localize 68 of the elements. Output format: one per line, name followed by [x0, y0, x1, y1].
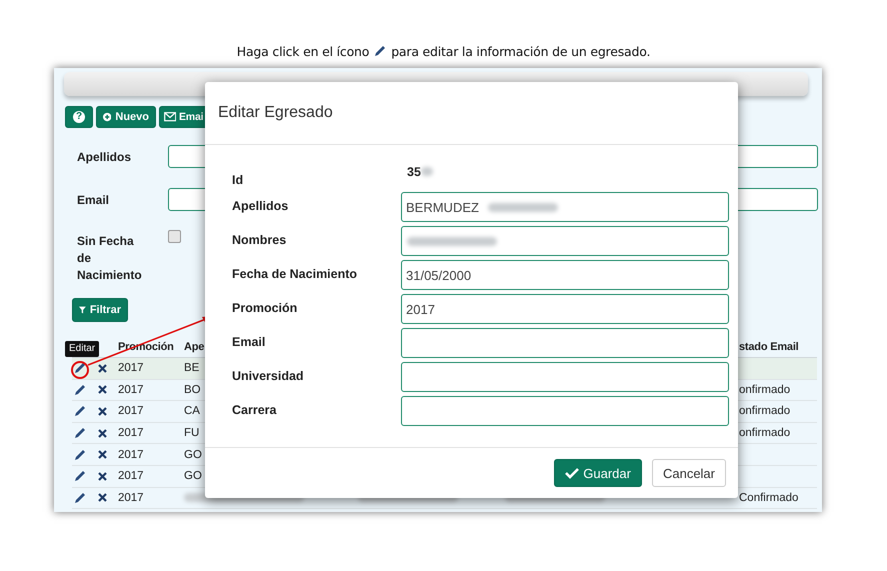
- input-field[interactable]: [401, 328, 729, 358]
- field-label: Carrera: [232, 402, 278, 419]
- delete-icon[interactable]: [98, 493, 107, 502]
- delete-icon[interactable]: [98, 428, 107, 438]
- input-field[interactable]: [401, 396, 729, 426]
- caption-text: Haga click en el ícono: [236, 44, 370, 58]
- table-cell: GO: [184, 470, 202, 482]
- table-cell: BO: [184, 384, 201, 396]
- table-cell: onfirmado: [739, 427, 790, 440]
- help-icon: ?: [73, 111, 85, 123]
- input-field[interactable]: [401, 362, 729, 392]
- table-cell: CA: [184, 405, 200, 418]
- input-field[interactable]: BERMUDEZ: [401, 192, 729, 222]
- field-label: Email: [232, 334, 266, 351]
- plus-icon: [103, 111, 112, 123]
- table-cell: GO: [184, 448, 202, 461]
- column-header: stado Email: [739, 340, 799, 352]
- field-label: Promoción: [232, 300, 298, 317]
- table-cell: 2017: [118, 405, 144, 418]
- pencil-icon[interactable]: [74, 470, 86, 482]
- checkbox[interactable]: [168, 230, 181, 243]
- input-field[interactable]: 31/05/2000: [401, 260, 729, 290]
- envelope-icon: [164, 111, 176, 123]
- input-field[interactable]: [401, 226, 729, 256]
- pencil-icon[interactable]: [74, 492, 86, 504]
- save-button[interactable]: Guardar: [554, 459, 642, 487]
- field-label: Universidad: [232, 368, 305, 385]
- field-label: Apellidos: [232, 198, 290, 215]
- new-button[interactable]: Nuevo: [96, 106, 156, 128]
- tooltip: Editar: [65, 341, 100, 357]
- pencil-icon[interactable]: [74, 427, 86, 440]
- filter-label: Sin Fecha de Nacimiento: [76, 233, 143, 284]
- highlight-circle: [71, 361, 89, 379]
- table-cell: Confirmado: [739, 492, 798, 504]
- delete-icon[interactable]: [98, 385, 107, 394]
- table-cell: 2017: [118, 362, 144, 374]
- field-label: Id: [232, 172, 244, 189]
- pencil-icon[interactable]: [74, 405, 86, 418]
- cancel-button[interactable]: Cancelar: [652, 459, 726, 487]
- table-cell: 2017: [118, 448, 144, 461]
- pencil-icon[interactable]: [74, 362, 86, 374]
- filter-label: Email: [76, 192, 110, 206]
- filter-label: Apellidos: [76, 150, 132, 164]
- id-value: 35: [407, 165, 421, 179]
- table-cell: 2017: [118, 427, 144, 440]
- column-header: Ape: [184, 340, 204, 352]
- pencil-icon: [374, 45, 386, 57]
- field-label: Nombres: [232, 232, 288, 249]
- delete-icon[interactable]: [98, 364, 107, 373]
- table-cell: BE: [184, 362, 200, 374]
- table-cell: 2017: [118, 470, 144, 482]
- table-cell: FU: [184, 427, 200, 440]
- delete-icon[interactable]: [98, 472, 107, 481]
- pencil-icon[interactable]: [74, 448, 86, 461]
- help-button[interactable]: ?: [65, 106, 93, 128]
- table-cell: onfirmado: [739, 384, 790, 396]
- field-label: Fecha de Nacimiento: [232, 266, 358, 283]
- table-cell: 2017: [118, 492, 144, 504]
- delete-icon[interactable]: [98, 450, 107, 460]
- input-field[interactable]: 2017: [401, 294, 729, 324]
- table-cell: 2017: [118, 384, 144, 396]
- check-icon: [565, 467, 580, 479]
- pencil-icon[interactable]: [74, 384, 86, 396]
- table-cell: onfirmado: [739, 405, 790, 418]
- caption-text: para editar la información de un egresado.: [391, 44, 650, 58]
- filter-icon: [79, 305, 86, 315]
- delete-icon[interactable]: [98, 406, 107, 416]
- filter-button[interactable]: Filtrar: [72, 298, 128, 322]
